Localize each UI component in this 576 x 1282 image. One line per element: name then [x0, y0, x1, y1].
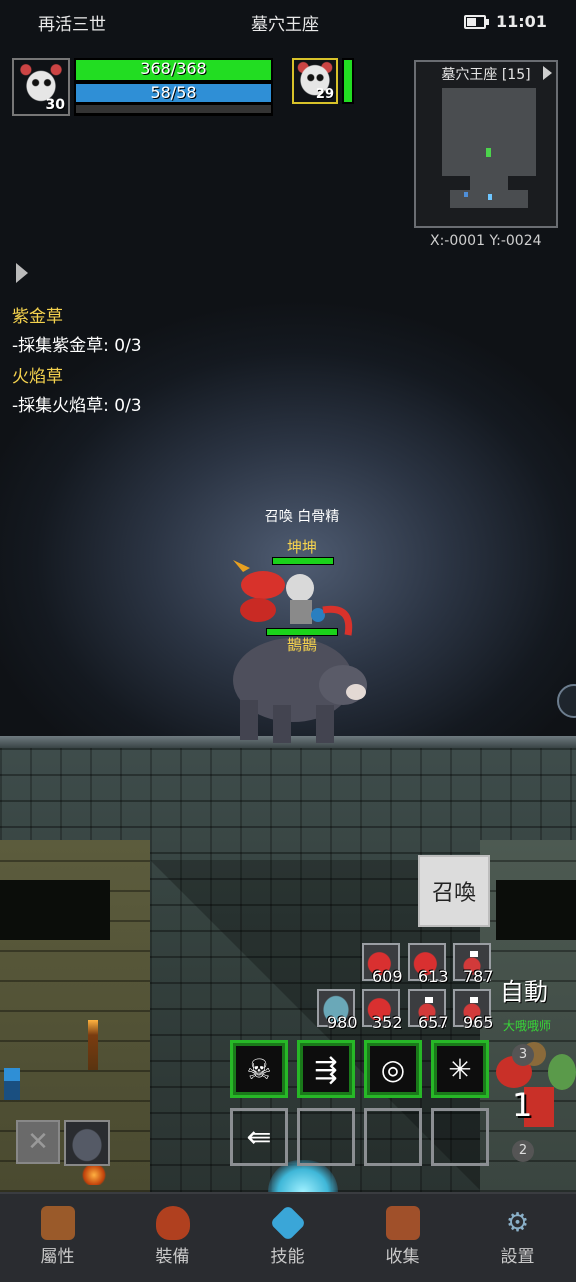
mp-bar: 58/58 [74, 82, 273, 104]
bag-icon [155, 1206, 190, 1240]
summon-button[interactable]: 召喚 [418, 855, 490, 927]
ally-count: 1 [512, 1086, 533, 1124]
quest-collapse-icon[interactable] [16, 263, 28, 283]
book-icon [385, 1206, 420, 1240]
close-icon[interactable]: ✕ [16, 1120, 60, 1164]
pet-name-top: 坤坤 [286, 538, 317, 556]
torch [88, 1020, 98, 1070]
nav-item-equipment[interactable]: 裝備 [115, 1196, 230, 1276]
quest-list[interactable]: 紫金草 -採集紫金草: 0/3 火焰草 -採集火焰草: 0/3 [12, 302, 142, 416]
item-count: 613 [418, 967, 449, 986]
pet-level: 29 [315, 87, 334, 102]
spray-icon[interactable]: ⇶ [297, 1040, 355, 1098]
horned-skull-icon[interactable]: ☠ [230, 1040, 288, 1098]
quest-progress: -採集紫金草: 0/3 [12, 336, 142, 356]
nav-item-settings[interactable]: ⚙ 設置 [460, 1196, 575, 1276]
minimap-marker [464, 192, 468, 197]
gear-icon: ⚙ [505, 1208, 530, 1238]
ally-badge-bottom: 2 [512, 1140, 534, 1162]
helmet-icon [40, 1206, 75, 1240]
summoned-beasts[interactable] [228, 560, 378, 750]
item-count: 787 [463, 967, 494, 986]
minimap[interactable]: 墓穴王座 [15] [414, 60, 558, 228]
hp-bar: 368/368 [74, 58, 273, 82]
quest-progress: -採集火焰草: 0/3 [12, 396, 142, 416]
player-level: 30 [45, 97, 65, 113]
minimap-player-marker [486, 148, 491, 157]
left-doorway [0, 880, 110, 940]
quest-title: 紫金草 [12, 307, 63, 327]
exp-bar [76, 105, 271, 113]
minimap-expand-icon[interactable] [543, 66, 552, 80]
right-doorway [496, 880, 576, 940]
nav-label: 屬性 [40, 1247, 75, 1267]
nav-label: 技能 [270, 1247, 305, 1267]
nav-label: 裝備 [155, 1247, 190, 1267]
campfire [80, 1165, 108, 1185]
coordinates: X:-0001 Y:-0024 [430, 233, 542, 249]
empty-skill-slot[interactable] [297, 1108, 355, 1166]
ally-badge-top: 3 [512, 1044, 534, 1066]
nav-item-skills[interactable]: 技能 [230, 1196, 345, 1276]
pet-portrait[interactable]: 29 [292, 58, 338, 104]
location-title: 墓穴王座 [251, 15, 319, 35]
back-arrow-icon[interactable]: ⇚ [230, 1108, 288, 1166]
player-portrait[interactable]: 30 [12, 58, 70, 116]
minimap-marker [488, 194, 492, 200]
minimap-title: 墓穴王座 [15] [441, 67, 531, 83]
nav-label: 收集 [385, 1247, 420, 1267]
player-bars: 368/368 58/58 [74, 58, 273, 116]
item-count: 657 [418, 1013, 449, 1032]
nav-label: 設置 [500, 1247, 535, 1267]
empty-skill-slot[interactable] [364, 1108, 422, 1166]
clock: 11:01 [496, 12, 547, 31]
nav-item-attributes[interactable]: 屬性 [0, 1196, 115, 1276]
item-count: 609 [372, 967, 403, 986]
auto-button[interactable]: 自動 [500, 972, 548, 1007]
item-count: 352 [372, 1013, 403, 1032]
pet-name-bottom: 鵲鵲 [286, 636, 317, 654]
minimap-room [442, 88, 536, 176]
vortex-icon[interactable]: ◎ [364, 1040, 422, 1098]
item-count: 965 [463, 1013, 494, 1032]
summon-label: 召喚 白骨精 [264, 509, 340, 525]
summon-button-label: 召喚 [431, 881, 476, 906]
gem-icon [269, 1204, 306, 1242]
pet-hp-bar [344, 60, 352, 102]
empty-skill-slot[interactable] [431, 1108, 489, 1166]
quest-title: 火焰草 [12, 367, 63, 387]
bear-pet-icon[interactable] [64, 1120, 110, 1166]
burst-icon[interactable]: ✳ [431, 1040, 489, 1098]
pet-hp-frame [342, 58, 354, 104]
nav-item-collection[interactable]: 收集 [345, 1196, 460, 1276]
item-count: 980 [327, 1013, 358, 1032]
status-left-text: 再活三世 [38, 15, 106, 35]
blue-flag-icon [4, 1068, 20, 1100]
battery-icon [464, 15, 489, 29]
